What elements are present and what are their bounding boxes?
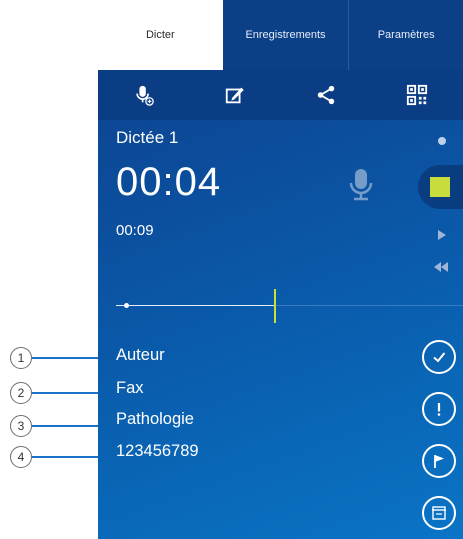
priority-button[interactable] [422,392,456,426]
qr-code-button[interactable] [372,70,463,120]
share-icon [317,85,335,105]
flag-button[interactable] [422,444,456,478]
edit-button[interactable] [189,70,280,120]
total-duration: 00:09 [116,222,154,239]
track-start-dot [124,303,129,308]
finish-button[interactable] [422,340,456,374]
phone-screen: Dicter Enregistrements Paramètres Dictée… [98,0,463,539]
archive-button[interactable] [422,496,456,530]
priority-icon [437,403,441,416]
tab-parametres[interactable]: Paramètres [348,0,463,70]
rewind-icon[interactable] [434,262,448,272]
field-pathologie[interactable]: Pathologie [116,410,194,429]
field-fax[interactable]: Fax [116,379,144,398]
play-icon[interactable] [438,230,446,240]
flag-icon [434,455,444,468]
microphone-add-icon [135,85,154,106]
tab-bar: Dicter Enregistrements Paramètres [98,0,463,70]
callout-3: 3 [10,415,32,437]
callout-4: 4 [10,446,32,468]
record-dot-icon[interactable] [438,137,446,145]
check-icon [433,352,446,363]
dictation-title: Dictée 1 [116,128,179,147]
toolbar [98,70,463,120]
stop-icon [430,177,450,197]
tab-enregistrements[interactable]: Enregistrements [223,0,349,70]
qr-code-icon [407,84,428,106]
new-dictation-button[interactable] [98,70,189,120]
callout-1: 1 [10,347,32,369]
track-remaining [276,305,463,306]
playhead-cursor[interactable] [274,289,276,323]
share-button[interactable] [281,70,372,120]
field-number[interactable]: 123456789 [116,442,199,461]
playback-track[interactable] [116,303,463,308]
edit-icon [225,87,244,104]
position-timer: 00:04 [116,160,222,204]
tab-dicter[interactable]: Dicter [98,0,223,70]
stop-button[interactable] [418,165,463,209]
callout-2: 2 [10,382,32,404]
microphone-status-icon [349,169,373,201]
archive-icon [432,506,446,520]
track-played [116,305,276,306]
field-auteur[interactable]: Auteur [116,346,165,365]
